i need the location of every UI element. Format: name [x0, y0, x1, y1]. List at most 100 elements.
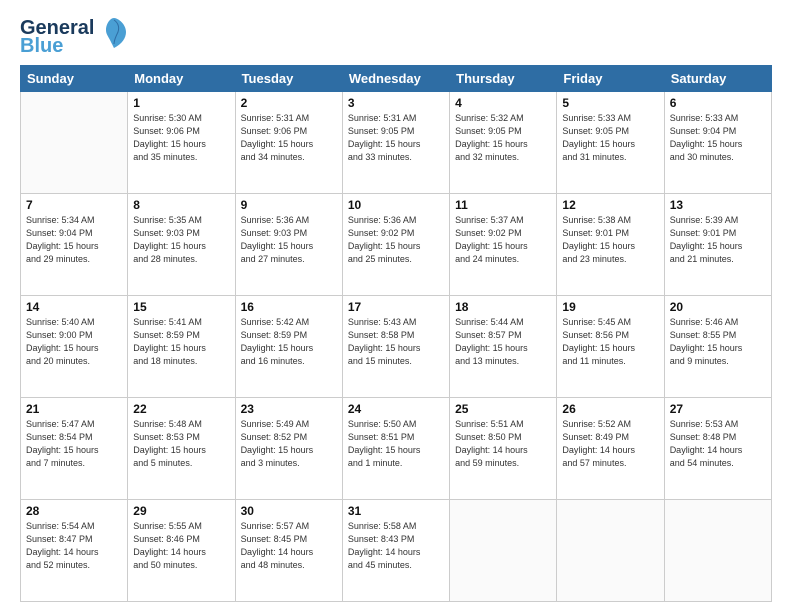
day-cell: 24Sunrise: 5:50 AM Sunset: 8:51 PM Dayli…: [342, 398, 449, 500]
day-info: Sunrise: 5:57 AM Sunset: 8:45 PM Dayligh…: [241, 520, 337, 572]
day-number: 23: [241, 402, 337, 416]
day-cell: 2 Sunrise: 5:31 AM Sunset: 9:06 PM Daylig…: [235, 92, 342, 194]
day-number: 1: [133, 96, 229, 110]
header: General Blue: [20, 16, 772, 57]
day-number: 25: [455, 402, 551, 416]
day-info: Sunrise: 5:54 AM Sunset: 8:47 PM Dayligh…: [26, 520, 122, 572]
day-info: Sunrise: 5:43 AM Sunset: 8:58 PM Dayligh…: [348, 316, 444, 368]
day-number: 14: [26, 300, 122, 314]
day-info: Sunrise: 5:46 AM Sunset: 8:55 PM Dayligh…: [670, 316, 766, 368]
day-cell: 22Sunrise: 5:48 AM Sunset: 8:53 PM Dayli…: [128, 398, 235, 500]
day-cell: 7 Sunrise: 5:34 AM Sunset: 9:04 PM Daylig…: [21, 194, 128, 296]
day-info: Sunrise: 5:35 AM Sunset: 9:03 PM Dayligh…: [133, 214, 229, 266]
day-info: Sunrise: 5:33 AM Sunset: 9:05 PM Dayligh…: [562, 112, 658, 164]
day-cell: 11 Sunrise: 5:37 AM Sunset: 9:02 PM Dayli…: [450, 194, 557, 296]
day-cell: 21Sunrise: 5:47 AM Sunset: 8:54 PM Dayli…: [21, 398, 128, 500]
day-info: Sunrise: 5:44 AM Sunset: 8:57 PM Dayligh…: [455, 316, 551, 368]
day-info: Sunrise: 5:36 AM Sunset: 9:02 PM Dayligh…: [348, 214, 444, 266]
day-cell: 13 Sunrise: 5:39 AM Sunset: 9:01 PM Dayli…: [664, 194, 771, 296]
day-cell: 28 Sunrise: 5:54 AM Sunset: 8:47 PM Dayli…: [21, 500, 128, 602]
day-info: Sunrise: 5:45 AM Sunset: 8:56 PM Dayligh…: [562, 316, 658, 368]
day-info: Sunrise: 5:53 AM Sunset: 8:48 PM Dayligh…: [670, 418, 766, 470]
day-cell: 12Sunrise: 5:38 AM Sunset: 9:01 PM Dayli…: [557, 194, 664, 296]
day-info: Sunrise: 5:31 AM Sunset: 9:06 PM Dayligh…: [241, 112, 337, 164]
day-cell: 23 Sunrise: 5:49 AM Sunset: 8:52 PM Dayli…: [235, 398, 342, 500]
day-info: Sunrise: 5:34 AM Sunset: 9:04 PM Dayligh…: [26, 214, 122, 266]
day-number: 11: [455, 198, 551, 212]
day-number: 8: [133, 198, 229, 212]
day-cell: 27Sunrise: 5:53 AM Sunset: 8:48 PM Dayli…: [664, 398, 771, 500]
day-cell: 18Sunrise: 5:44 AM Sunset: 8:57 PM Dayli…: [450, 296, 557, 398]
day-info: Sunrise: 5:51 AM Sunset: 8:50 PM Dayligh…: [455, 418, 551, 470]
day-info: Sunrise: 5:36 AM Sunset: 9:03 PM Dayligh…: [241, 214, 337, 266]
day-cell: [664, 500, 771, 602]
day-number: 16: [241, 300, 337, 314]
day-info: Sunrise: 5:40 AM Sunset: 9:00 PM Dayligh…: [26, 316, 122, 368]
day-cell: [450, 500, 557, 602]
day-number: 6: [670, 96, 766, 110]
day-cell: 25 Sunrise: 5:51 AM Sunset: 8:50 PM Dayli…: [450, 398, 557, 500]
day-cell: 4 Sunrise: 5:32 AM Sunset: 9:05 PM Daylig…: [450, 92, 557, 194]
week-row-2: 7 Sunrise: 5:34 AM Sunset: 9:04 PM Daylig…: [21, 194, 772, 296]
day-cell: 29Sunrise: 5:55 AM Sunset: 8:46 PM Dayli…: [128, 500, 235, 602]
day-number: 13: [670, 198, 766, 212]
day-info: Sunrise: 5:48 AM Sunset: 8:53 PM Dayligh…: [133, 418, 229, 470]
day-info: Sunrise: 5:30 AM Sunset: 9:06 PM Dayligh…: [133, 112, 229, 164]
weekday-header-saturday: Saturday: [664, 66, 771, 92]
day-cell: 16 Sunrise: 5:42 AM Sunset: 8:59 PM Dayli…: [235, 296, 342, 398]
day-info: Sunrise: 5:32 AM Sunset: 9:05 PM Dayligh…: [455, 112, 551, 164]
weekday-header-tuesday: Tuesday: [235, 66, 342, 92]
day-info: Sunrise: 5:37 AM Sunset: 9:02 PM Dayligh…: [455, 214, 551, 266]
week-row-4: 21Sunrise: 5:47 AM Sunset: 8:54 PM Dayli…: [21, 398, 772, 500]
day-cell: 6 Sunrise: 5:33 AM Sunset: 9:04 PM Daylig…: [664, 92, 771, 194]
day-cell: 8 Sunrise: 5:35 AM Sunset: 9:03 PM Daylig…: [128, 194, 235, 296]
weekday-header-wednesday: Wednesday: [342, 66, 449, 92]
weekday-header-friday: Friday: [557, 66, 664, 92]
day-cell: [21, 92, 128, 194]
day-number: 29: [133, 504, 229, 518]
day-number: 4: [455, 96, 551, 110]
day-number: 20: [670, 300, 766, 314]
day-number: 19: [562, 300, 658, 314]
day-info: Sunrise: 5:41 AM Sunset: 8:59 PM Dayligh…: [133, 316, 229, 368]
day-info: Sunrise: 5:33 AM Sunset: 9:04 PM Dayligh…: [670, 112, 766, 164]
logo: General Blue: [20, 16, 128, 57]
logo-bird-icon: [100, 16, 128, 57]
day-info: Sunrise: 5:52 AM Sunset: 8:49 PM Dayligh…: [562, 418, 658, 470]
calendar-table: SundayMondayTuesdayWednesdayThursdayFrid…: [20, 65, 772, 602]
day-number: 17: [348, 300, 444, 314]
day-cell: [557, 500, 664, 602]
day-number: 30: [241, 504, 337, 518]
day-number: 28: [26, 504, 122, 518]
day-cell: 19 Sunrise: 5:45 AM Sunset: 8:56 PM Dayli…: [557, 296, 664, 398]
day-number: 12: [562, 198, 658, 212]
weekday-header-sunday: Sunday: [21, 66, 128, 92]
day-info: Sunrise: 5:42 AM Sunset: 8:59 PM Dayligh…: [241, 316, 337, 368]
day-number: 2: [241, 96, 337, 110]
day-number: 15: [133, 300, 229, 314]
day-cell: 26Sunrise: 5:52 AM Sunset: 8:49 PM Dayli…: [557, 398, 664, 500]
day-number: 24: [348, 402, 444, 416]
day-cell: 9Sunrise: 5:36 AM Sunset: 9:03 PM Daylig…: [235, 194, 342, 296]
day-cell: 14 Sunrise: 5:40 AM Sunset: 9:00 PM Dayli…: [21, 296, 128, 398]
day-info: Sunrise: 5:39 AM Sunset: 9:01 PM Dayligh…: [670, 214, 766, 266]
day-number: 31: [348, 504, 444, 518]
day-info: Sunrise: 5:49 AM Sunset: 8:52 PM Dayligh…: [241, 418, 337, 470]
day-cell: 1 Sunrise: 5:30 AM Sunset: 9:06 PM Daylig…: [128, 92, 235, 194]
day-info: Sunrise: 5:31 AM Sunset: 9:05 PM Dayligh…: [348, 112, 444, 164]
day-cell: 3 Sunrise: 5:31 AM Sunset: 9:05 PM Daylig…: [342, 92, 449, 194]
day-cell: 15 Sunrise: 5:41 AM Sunset: 8:59 PM Dayli…: [128, 296, 235, 398]
logo-blue: Blue: [20, 36, 94, 56]
week-row-1: 1 Sunrise: 5:30 AM Sunset: 9:06 PM Daylig…: [21, 92, 772, 194]
day-cell: 31Sunrise: 5:58 AM Sunset: 8:43 PM Dayli…: [342, 500, 449, 602]
day-number: 7: [26, 198, 122, 212]
day-cell: 20 Sunrise: 5:46 AM Sunset: 8:55 PM Dayli…: [664, 296, 771, 398]
day-cell: 30 Sunrise: 5:57 AM Sunset: 8:45 PM Dayli…: [235, 500, 342, 602]
week-row-3: 14 Sunrise: 5:40 AM Sunset: 9:00 PM Dayli…: [21, 296, 772, 398]
day-cell: 17 Sunrise: 5:43 AM Sunset: 8:58 PM Dayli…: [342, 296, 449, 398]
day-cell: 10Sunrise: 5:36 AM Sunset: 9:02 PM Dayli…: [342, 194, 449, 296]
weekday-header-row: SundayMondayTuesdayWednesdayThursdayFrid…: [21, 66, 772, 92]
day-number: 3: [348, 96, 444, 110]
page: General Blue SundayMondayTuesdayWednesda…: [0, 0, 792, 612]
day-number: 5: [562, 96, 658, 110]
